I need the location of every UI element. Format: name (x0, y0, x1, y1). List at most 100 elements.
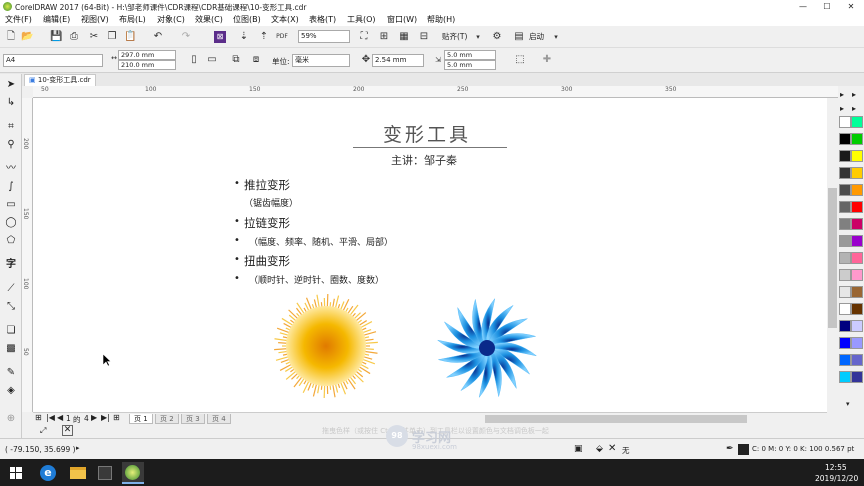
first-page-icon[interactable]: ⊞ (35, 413, 42, 422)
launch-dropdown[interactable]: 启动 (529, 31, 544, 42)
freehand-tool-icon[interactable]: 〰 (4, 162, 18, 176)
snap-to-dropdown[interactable]: 贴齐(T) (442, 31, 467, 42)
rulers-icon[interactable]: ⊞ (378, 31, 390, 43)
menu-file[interactable]: 文件(F) (5, 14, 32, 25)
parallel-dimension-icon[interactable]: ⟋ (4, 282, 18, 296)
windows-start-icon[interactable] (10, 467, 22, 479)
polygon-tool-icon[interactable]: ⬠ (4, 234, 18, 248)
color-swatch[interactable] (851, 116, 863, 128)
duplicate-y-field[interactable]: 5.0 mm (444, 60, 496, 70)
minimize-button[interactable]: — (792, 0, 814, 13)
connector-tool-icon[interactable]: ⤡ (4, 300, 18, 314)
color-swatch[interactable] (851, 133, 863, 145)
text-tool-icon[interactable]: 字 (4, 258, 18, 272)
menu-table[interactable]: 表格(T) (309, 14, 336, 25)
all-pages-icon[interactable]: ⧉ (230, 54, 242, 66)
media-app-icon[interactable] (98, 466, 112, 480)
page-tab-2[interactable]: 页 2 (155, 414, 179, 424)
menu-bitmaps[interactable]: 位图(B) (233, 14, 261, 25)
color-proof-icon[interactable]: ▣ (574, 444, 583, 454)
launch-icon[interactable]: ▤ (513, 31, 525, 43)
nudge-field[interactable]: 2.54 mm (372, 54, 424, 67)
menu-window[interactable]: 窗口(W) (387, 14, 417, 25)
edge-browser-icon[interactable]: e (40, 465, 56, 481)
drawing-canvas[interactable]: 变形工具 主讲：邹子秦 • 推拉变形 （锯齿幅度） • 拉链变形 • （幅度、频… (33, 98, 827, 412)
color-swatch[interactable] (839, 286, 851, 298)
page-size-select[interactable]: A4 (3, 54, 103, 67)
vertical-scrollbar[interactable] (827, 98, 838, 412)
palette-scroll-down-icon[interactable]: ▾ (846, 400, 850, 408)
color-swatch[interactable] (839, 116, 851, 128)
color-swatch[interactable] (839, 337, 851, 349)
page-width-field[interactable]: 297.0 mm (118, 50, 176, 60)
color-swatch[interactable] (851, 252, 863, 264)
color-swatch[interactable] (839, 184, 851, 196)
coreldraw-taskbar-icon[interactable] (122, 462, 144, 484)
portrait-icon[interactable]: ▯ (188, 54, 200, 66)
color-swatch[interactable] (851, 286, 863, 298)
color-swatch[interactable] (839, 201, 851, 213)
redo-icon[interactable]: ↷ (180, 31, 192, 43)
options-gear-icon[interactable]: ⚙ (491, 31, 503, 43)
current-page-icon[interactable]: ⧈ (250, 54, 262, 66)
palette-arrow-icon[interactable]: ▸ (840, 104, 844, 113)
eyedropper-icon[interactable]: ✎ (4, 366, 18, 380)
doc-tab-10-变形工具[interactable]: ▣ 10-变形工具.cdr (24, 74, 96, 86)
artistic-media-icon[interactable]: ∫ (4, 180, 18, 194)
cut-icon[interactable]: ✂ (88, 31, 100, 43)
page-tab-1[interactable]: 页 1 (129, 414, 153, 424)
next-icon[interactable]: ▶ (91, 413, 97, 422)
palette-arrow-icon[interactable]: ▸ (852, 104, 856, 113)
color-swatch[interactable] (851, 218, 863, 230)
color-swatch[interactable] (851, 150, 863, 162)
search-content-icon[interactable]: ⊠ (214, 31, 226, 43)
print-icon[interactable]: ⎙ (68, 31, 80, 43)
prev-icon[interactable]: ◀ (57, 413, 63, 422)
menu-text[interactable]: 文本(X) (271, 14, 299, 25)
color-swatch[interactable] (839, 320, 851, 332)
color-swatch[interactable] (851, 201, 863, 213)
units-select[interactable]: 毫米 (292, 54, 350, 67)
color-swatch[interactable] (851, 354, 863, 366)
shape-tool-icon[interactable]: ↳ (4, 96, 18, 110)
menu-object[interactable]: 对象(C) (157, 14, 185, 25)
color-swatch[interactable] (839, 167, 851, 179)
rectangle-tool-icon[interactable]: ▭ (4, 198, 18, 212)
treat-as-filled-icon[interactable]: ⬚ (514, 54, 526, 66)
add-page-icon[interactable]: ✚ (541, 54, 553, 66)
duplicate-x-field[interactable]: 5.0 mm (444, 50, 496, 60)
add-tool-icon[interactable]: ⊕ (4, 412, 18, 426)
color-swatch[interactable] (839, 354, 851, 366)
zoom-tool-icon[interactable]: ⚲ (4, 138, 18, 152)
color-swatch[interactable] (839, 269, 851, 281)
transparency-icon[interactable]: ▩ (4, 342, 18, 356)
chevron-down-icon[interactable]: ▾ (472, 31, 484, 43)
file-explorer-icon[interactable] (70, 467, 86, 479)
copy-icon[interactable]: ❐ (106, 31, 118, 43)
menu-layout[interactable]: 布局(L) (119, 14, 146, 25)
landscape-icon[interactable]: ▭ (206, 54, 218, 66)
color-swatch[interactable] (839, 371, 851, 383)
chevron-down-icon[interactable]: ▾ (550, 31, 562, 43)
crop-tool-icon[interactable]: ⌗ (4, 120, 18, 134)
save-icon[interactable]: 💾 (50, 31, 62, 43)
scroll-thumb[interactable] (828, 188, 837, 328)
blue-star-shape[interactable] (437, 296, 537, 400)
yellow-burst-shape[interactable] (273, 294, 379, 398)
new-document-icon[interactable]: 🗋 (5, 31, 17, 43)
pick-tool-icon[interactable]: ➤ (4, 78, 18, 92)
menu-effects[interactable]: 效果(C) (195, 14, 223, 25)
add-page-icon[interactable]: ⊞ (113, 413, 120, 422)
import-icon[interactable]: ⇣ (238, 31, 250, 43)
maximize-button[interactable]: ☐ (816, 0, 838, 13)
full-screen-icon[interactable]: ⛶ (358, 31, 370, 43)
undo-icon[interactable]: ↶ (152, 31, 164, 43)
paste-icon[interactable]: 📋 (124, 31, 136, 43)
menu-help[interactable]: 帮助(H) (427, 14, 455, 25)
color-swatch[interactable] (839, 218, 851, 230)
color-swatch[interactable] (851, 337, 863, 349)
last-page-icon[interactable]: ▶| (101, 413, 110, 422)
color-swatch[interactable] (851, 167, 863, 179)
open-folder-icon[interactable]: 📂 (21, 31, 33, 43)
color-swatch[interactable] (851, 303, 863, 315)
